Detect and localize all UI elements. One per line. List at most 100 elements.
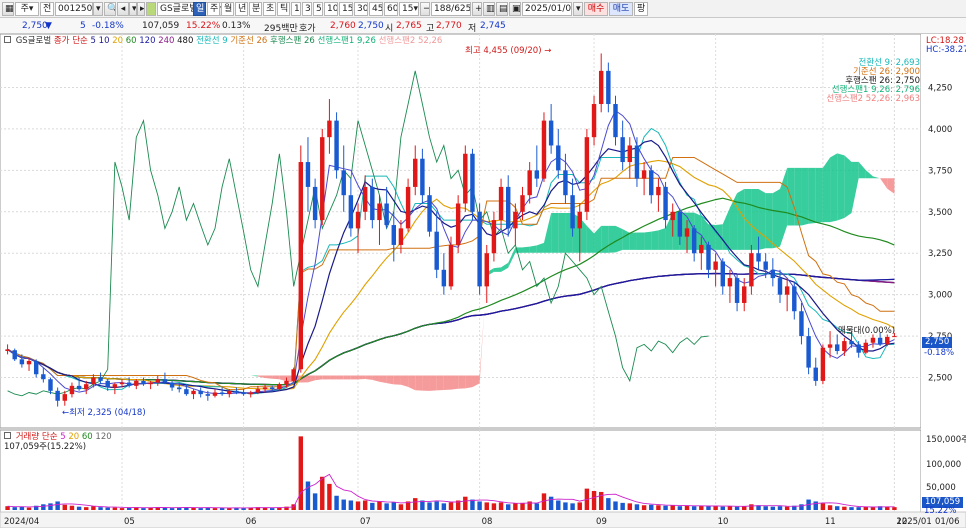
time-tick-label: 06 [246, 517, 257, 527]
volume-bar [677, 506, 683, 510]
legend-item[interactable]: 60 [123, 36, 137, 46]
volume-collapse-icon[interactable] [4, 432, 11, 439]
minus-button[interactable]: − [420, 2, 430, 16]
code-input[interactable]: 001250 [55, 2, 93, 16]
tab-minute[interactable]: 분 [249, 2, 262, 16]
candle-body [656, 186, 661, 196]
date-value: 2025/01/06 [525, 4, 572, 14]
main-dropdown-label: 주 [20, 4, 29, 14]
volume-bar [491, 503, 497, 510]
candle-body [556, 145, 561, 171]
legend-item[interactable]: 기준선 26 [228, 36, 267, 46]
calendar-icon[interactable]: ▣ [509, 2, 521, 16]
tab-second[interactable]: 초 [263, 2, 276, 16]
volume-bar [763, 506, 768, 510]
interval-10[interactable]: 10 [324, 2, 338, 16]
volume-bar [12, 507, 17, 510]
extra-button[interactable]: 팡 [634, 2, 648, 16]
legend-item[interactable]: 전환선 9 [193, 36, 228, 46]
volume-legend-item[interactable]: 120 [93, 432, 111, 442]
volume-bar [598, 491, 604, 510]
volume-bar [534, 503, 540, 510]
current-price: 2,750 [22, 21, 48, 31]
tab-second-label: 초 [266, 4, 275, 14]
prev-dropdown-icon[interactable]: ▾ [129, 2, 137, 16]
count-display: 188/625 [431, 2, 471, 16]
buy-button[interactable]: 매수 [584, 2, 608, 16]
volume-legend-item[interactable]: 5 [58, 432, 65, 442]
tab-year[interactable]: 년 [235, 2, 248, 16]
volume-bar [434, 501, 439, 510]
legend-item[interactable]: 5 [88, 36, 96, 46]
tab-month-label: 월 [224, 4, 233, 14]
interval-5[interactable]: 5 [313, 2, 323, 16]
main-dropdown[interactable]: 주▾ [15, 2, 39, 16]
cloud-segment [636, 232, 645, 250]
candle-body [770, 269, 776, 279]
candle-body [799, 311, 804, 337]
interval-3[interactable]: 3 [302, 2, 312, 16]
interval-1[interactable]: 1 [291, 2, 301, 16]
tab-week[interactable]: 주 [207, 2, 220, 16]
search-icon[interactable]: 🔍 [104, 2, 116, 16]
sell-button[interactable]: 매도 [609, 2, 633, 16]
time-tick-label: 11 [825, 517, 836, 527]
extra-button-label: 팡 [637, 4, 646, 14]
candle-body [806, 336, 811, 368]
candle-body [691, 228, 697, 254]
candle-body [234, 390, 239, 393]
prev-stock-icon[interactable]: ◂ [117, 2, 129, 16]
period-dropdown[interactable]: 전 [40, 2, 54, 16]
legend-item[interactable]: 20 [110, 36, 123, 46]
volume-panel-legend: 거래량 단순 5 20 60 120 [4, 432, 112, 442]
interval-15[interactable]: 15 [339, 2, 353, 16]
candle-body [148, 382, 153, 385]
zoom-in-button[interactable]: + [472, 2, 482, 16]
price-chart[interactable]: 2,500 2,750 3,000 3,250 3,500 3,750 4,000 4,250… [0, 34, 966, 528]
interval-45[interactable]: 45 [369, 2, 383, 16]
collapse-icon[interactable] [4, 36, 11, 43]
candle-body [205, 394, 211, 396]
volume-bar [484, 502, 489, 510]
code-dropdown-button[interactable]: ▾ [93, 2, 103, 16]
legend-item[interactable]: 120 [137, 36, 155, 46]
date-input[interactable]: 2025/01/06 [522, 2, 572, 16]
candle-body [320, 137, 325, 221]
tab-tick[interactable]: 틱 [277, 2, 290, 16]
volume-bar [606, 498, 611, 510]
next-stock-icon[interactable]: ▸ [137, 2, 145, 16]
settings-icon[interactable]: ▤ [496, 2, 508, 16]
volume-legend-item[interactable]: 단순 [42, 432, 58, 442]
legend-item[interactable]: 480 [174, 36, 193, 46]
volume-bar [699, 505, 704, 510]
candle-body [384, 203, 389, 226]
tab-month[interactable]: 월 [221, 2, 234, 16]
legend-item[interactable]: 종가 단순 [54, 36, 88, 46]
volume-legend-item[interactable]: 20 [66, 432, 79, 442]
candle-body [219, 392, 225, 395]
volume: 107,059 [142, 21, 180, 31]
volume-bar [448, 502, 454, 510]
candle-body [169, 382, 175, 388]
date-picker-icon[interactable]: ▾ [573, 2, 583, 16]
cloud-segment [772, 188, 780, 249]
volume-panel-frame [0, 429, 922, 513]
legend-item[interactable]: 후행스팬 26 [267, 36, 315, 46]
interval-30[interactable]: 30 [354, 2, 368, 16]
favorite-icon[interactable] [146, 2, 156, 16]
legend-item[interactable]: 선행스팬1 9,26 [315, 36, 376, 46]
candle-body [856, 344, 861, 353]
layout-icon[interactable]: ▦ [2, 2, 14, 16]
volume-legend-item[interactable]: 60 [79, 432, 93, 442]
legend-item[interactable]: 240 [156, 36, 174, 46]
legend-item[interactable]: 선행스팬2 52,26 [376, 36, 443, 46]
candle-body [334, 120, 339, 171]
legend-item[interactable]: 10 [96, 36, 110, 46]
candle-body [91, 377, 96, 385]
interval-30-label: 30 [357, 4, 368, 14]
custom-interval-select[interactable]: 15▾ [399, 2, 419, 16]
custom-interval-value: 15 [402, 4, 414, 14]
chart-scroll-icon[interactable]: ▥ [483, 2, 495, 16]
tab-day[interactable]: 일 [193, 2, 206, 16]
interval-60[interactable]: 60 [384, 2, 398, 16]
